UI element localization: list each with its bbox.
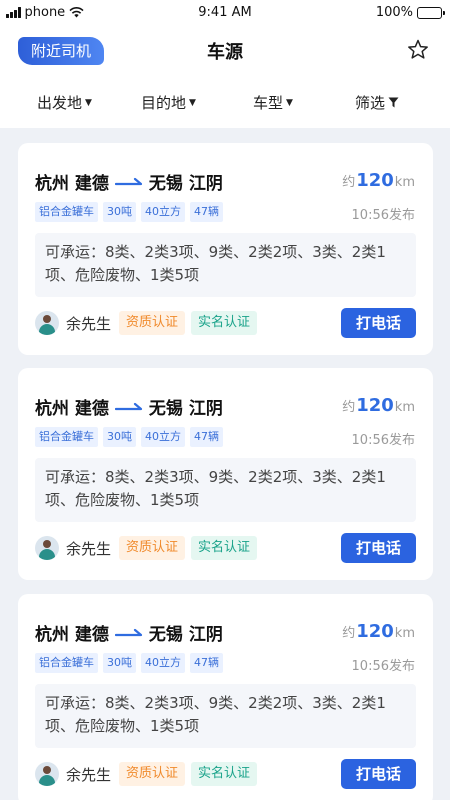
battery-percent: 100% bbox=[375, 5, 413, 20]
distance: 约120km bbox=[342, 621, 415, 642]
distance-value: 120 bbox=[356, 395, 394, 416]
route: 杭州 建德 无锡 江阴 bbox=[35, 394, 223, 419]
distance: 约120km bbox=[342, 395, 415, 416]
qualification-badge: 资质认证 bbox=[119, 762, 186, 786]
distance-value: 120 bbox=[356, 621, 394, 642]
filter-destination[interactable]: 目的地 ▼ bbox=[141, 92, 196, 113]
tag-count: 47辆 bbox=[190, 427, 223, 447]
qualification-badge: 资质认证 bbox=[119, 311, 186, 335]
caret-down-icon: ▼ bbox=[85, 97, 92, 108]
vehicle-tags: 铝合金罐车 30吨 40立方 47辆 bbox=[35, 653, 223, 673]
filter-label: 出发地 bbox=[37, 94, 83, 112]
destination: 无锡 江阴 bbox=[148, 399, 223, 419]
distance-unit: km bbox=[394, 626, 415, 641]
tag-volume: 40立方 bbox=[141, 202, 185, 222]
call-button[interactable]: 打电话 bbox=[341, 308, 416, 338]
filter-label: 车型 bbox=[253, 94, 284, 112]
real-name-badge: 实名认证 bbox=[191, 536, 258, 560]
avatar bbox=[35, 762, 59, 786]
filter-vehicle-type[interactable]: 车型 ▼ bbox=[253, 92, 293, 113]
distance-unit: km bbox=[394, 400, 415, 415]
top-bar: phone 9:41 AM 100% 附近司机 车源 出发地 ▼ 目的地 ▼ 车… bbox=[0, 0, 450, 128]
owner-row: 余先生 资质认证 实名认证 bbox=[35, 536, 263, 560]
distance: 约120km bbox=[342, 170, 415, 191]
filter-label: 目的地 bbox=[141, 94, 187, 112]
vehicle-card[interactable]: 杭州 建德 无锡 江阴 约120km 铝合金罐车 30吨 40立方 47辆 10… bbox=[18, 368, 433, 580]
caret-down-icon: ▼ bbox=[189, 97, 196, 108]
origin: 杭州 建德 bbox=[35, 399, 109, 419]
filter-screen[interactable]: 筛选 bbox=[355, 92, 399, 113]
destination: 无锡 江阴 bbox=[148, 174, 223, 194]
origin: 杭州 建德 bbox=[35, 174, 109, 194]
avatar bbox=[35, 536, 59, 560]
filter-label: 筛选 bbox=[355, 94, 386, 112]
status-bar: phone 9:41 AM 100% bbox=[0, 0, 450, 26]
page-title: 车源 bbox=[207, 42, 243, 63]
route-arrow-icon bbox=[114, 628, 143, 636]
owner-name: 余先生 bbox=[66, 314, 112, 333]
call-button[interactable]: 打电话 bbox=[341, 759, 416, 789]
owner-row: 余先生 资质认证 实名认证 bbox=[35, 762, 263, 786]
real-name-badge: 实名认证 bbox=[191, 311, 258, 335]
route: 杭州 建德 无锡 江阴 bbox=[35, 169, 223, 194]
tag-volume: 40立方 bbox=[141, 653, 185, 673]
tag-vehicle-type: 铝合金罐车 bbox=[35, 202, 98, 222]
destination: 无锡 江阴 bbox=[148, 625, 223, 645]
tag-vehicle-type: 铝合金罐车 bbox=[35, 653, 98, 673]
star-outline-icon[interactable] bbox=[406, 38, 430, 62]
qualification-badge: 资质认证 bbox=[119, 536, 186, 560]
tag-vehicle-type: 铝合金罐车 bbox=[35, 427, 98, 447]
route-arrow-icon bbox=[114, 402, 143, 410]
carry-info: 可承运：8类、2类3项、9类、2类2项、3类、2类1项、危险废物、1类5项 bbox=[35, 458, 416, 522]
tag-weight: 30吨 bbox=[103, 653, 136, 673]
carry-info: 可承运：8类、2类3项、9类、2类2项、3类、2类1项、危险废物、1类5项 bbox=[35, 684, 416, 748]
owner-row: 余先生 资质认证 实名认证 bbox=[35, 311, 263, 335]
carry-info: 可承运：8类、2类3项、9类、2类2项、3类、2类1项、危险废物、1类5项 bbox=[35, 233, 416, 297]
call-button[interactable]: 打电话 bbox=[341, 533, 416, 563]
route: 杭州 建德 无锡 江阴 bbox=[35, 620, 223, 645]
owner-name: 余先生 bbox=[66, 765, 112, 784]
tag-count: 47辆 bbox=[190, 653, 223, 673]
route-arrow-icon bbox=[114, 177, 143, 185]
filter-funnel-icon bbox=[388, 97, 399, 108]
real-name-badge: 实名认证 bbox=[191, 762, 258, 786]
tag-count: 47辆 bbox=[190, 202, 223, 222]
distance-prefix: 约 bbox=[342, 626, 356, 641]
vehicle-card[interactable]: 杭州 建德 无锡 江阴 约120km 铝合金罐车 30吨 40立方 47辆 10… bbox=[18, 594, 433, 800]
vehicle-tags: 铝合金罐车 30吨 40立方 47辆 bbox=[35, 202, 223, 222]
distance-unit: km bbox=[394, 175, 415, 190]
vehicle-card[interactable]: 杭州 建德 无锡 江阴 约120km 铝合金罐车 30吨 40立方 47辆 10… bbox=[18, 143, 433, 355]
tag-volume: 40立方 bbox=[141, 427, 185, 447]
battery-icon bbox=[417, 6, 445, 19]
distance-prefix: 约 bbox=[342, 175, 356, 190]
published-time: 10:56发布 bbox=[351, 433, 415, 448]
origin: 杭州 建德 bbox=[35, 625, 109, 645]
avatar bbox=[35, 311, 59, 335]
caret-down-icon: ▼ bbox=[286, 97, 293, 108]
filter-bar: 出发地 ▼ 目的地 ▼ 车型 ▼ 筛选 bbox=[0, 88, 450, 116]
owner-name: 余先生 bbox=[66, 539, 112, 558]
vehicle-tags: 铝合金罐车 30吨 40立方 47辆 bbox=[35, 427, 223, 447]
distance-prefix: 约 bbox=[342, 400, 356, 415]
tag-weight: 30吨 bbox=[103, 202, 136, 222]
filter-origin[interactable]: 出发地 ▼ bbox=[37, 92, 92, 113]
published-time: 10:56发布 bbox=[351, 659, 415, 674]
distance-value: 120 bbox=[356, 170, 394, 191]
tag-weight: 30吨 bbox=[103, 427, 136, 447]
published-time: 10:56发布 bbox=[351, 208, 415, 223]
